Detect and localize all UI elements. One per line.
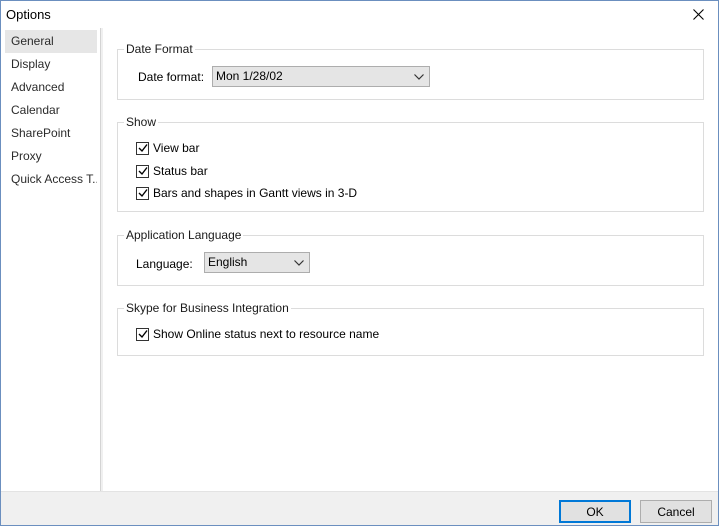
sidebar-item-advanced[interactable]: Advanced: [5, 76, 97, 99]
view-bar-label: View bar: [153, 141, 200, 155]
title-bar: Options: [1, 1, 718, 28]
language-value: English: [208, 255, 248, 269]
gantt-3d-checkbox[interactable]: Bars and shapes in Gantt views in 3-D: [136, 185, 357, 201]
dialog-footer: OK Cancel: [1, 491, 718, 525]
show-legend: Show: [124, 115, 159, 130]
skype-integration-group: Skype for Business Integration Show Onli…: [117, 301, 704, 356]
show-group: Show View bar Status bar Bars and shapes…: [117, 115, 704, 212]
online-status-checkbox[interactable]: Show Online status next to resource name: [136, 326, 379, 342]
date-format-select[interactable]: Mon 1/28/02: [212, 66, 430, 87]
date-format-label: Date format:: [138, 70, 205, 84]
sidebar-item-sharepoint[interactable]: SharePoint: [5, 122, 97, 145]
checkmark-icon: [138, 144, 148, 153]
online-status-label: Show Online status next to resource name: [153, 327, 380, 341]
status-bar-label: Status bar: [153, 164, 208, 178]
status-bar-checkbox[interactable]: Status bar: [136, 163, 208, 179]
options-dialog: Options General Display Advanced Calenda…: [0, 0, 719, 526]
chevron-down-icon: [413, 67, 425, 86]
language-label: Language:: [136, 257, 193, 271]
checkmark-icon: [138, 330, 148, 339]
sidebar-item-general[interactable]: General: [5, 30, 97, 53]
checkbox-box: [136, 141, 149, 155]
application-language-group: Application Language Language: English: [117, 228, 704, 286]
checkmark-icon: [138, 189, 148, 198]
view-bar-checkbox[interactable]: View bar: [136, 140, 199, 156]
ok-button[interactable]: OK: [559, 500, 631, 523]
checkbox-box: [136, 186, 149, 200]
close-icon: [692, 8, 704, 20]
sidebar: General Display Advanced Calendar ShareP…: [1, 28, 101, 491]
general-settings-panel: Date Format Date format: Mon 1/28/02 Sho…: [103, 28, 718, 491]
sidebar-item-display[interactable]: Display: [5, 53, 97, 76]
window-title: Options: [6, 7, 51, 22]
language-select[interactable]: English: [204, 252, 310, 273]
close-button[interactable]: [684, 3, 712, 25]
sidebar-item-proxy[interactable]: Proxy: [5, 145, 97, 168]
checkmark-icon: [138, 167, 148, 176]
sidebar-list: General Display Advanced Calendar ShareP…: [5, 30, 97, 191]
gantt-3d-label: Bars and shapes in Gantt views in 3-D: [153, 186, 358, 200]
date-format-value: Mon 1/28/02: [216, 69, 283, 83]
date-format-group: Date Format Date format: Mon 1/28/02: [117, 42, 704, 100]
application-language-legend: Application Language: [124, 228, 244, 243]
date-format-legend: Date Format: [124, 42, 195, 57]
skype-integration-legend: Skype for Business Integration: [124, 301, 291, 316]
checkbox-box: [136, 327, 149, 341]
sidebar-item-quick-access-toolbar[interactable]: Quick Access T...: [5, 168, 97, 191]
cancel-button[interactable]: Cancel: [640, 500, 712, 523]
sidebar-item-calendar[interactable]: Calendar: [5, 99, 97, 122]
checkbox-box: [136, 164, 149, 178]
chevron-down-icon: [293, 253, 305, 272]
